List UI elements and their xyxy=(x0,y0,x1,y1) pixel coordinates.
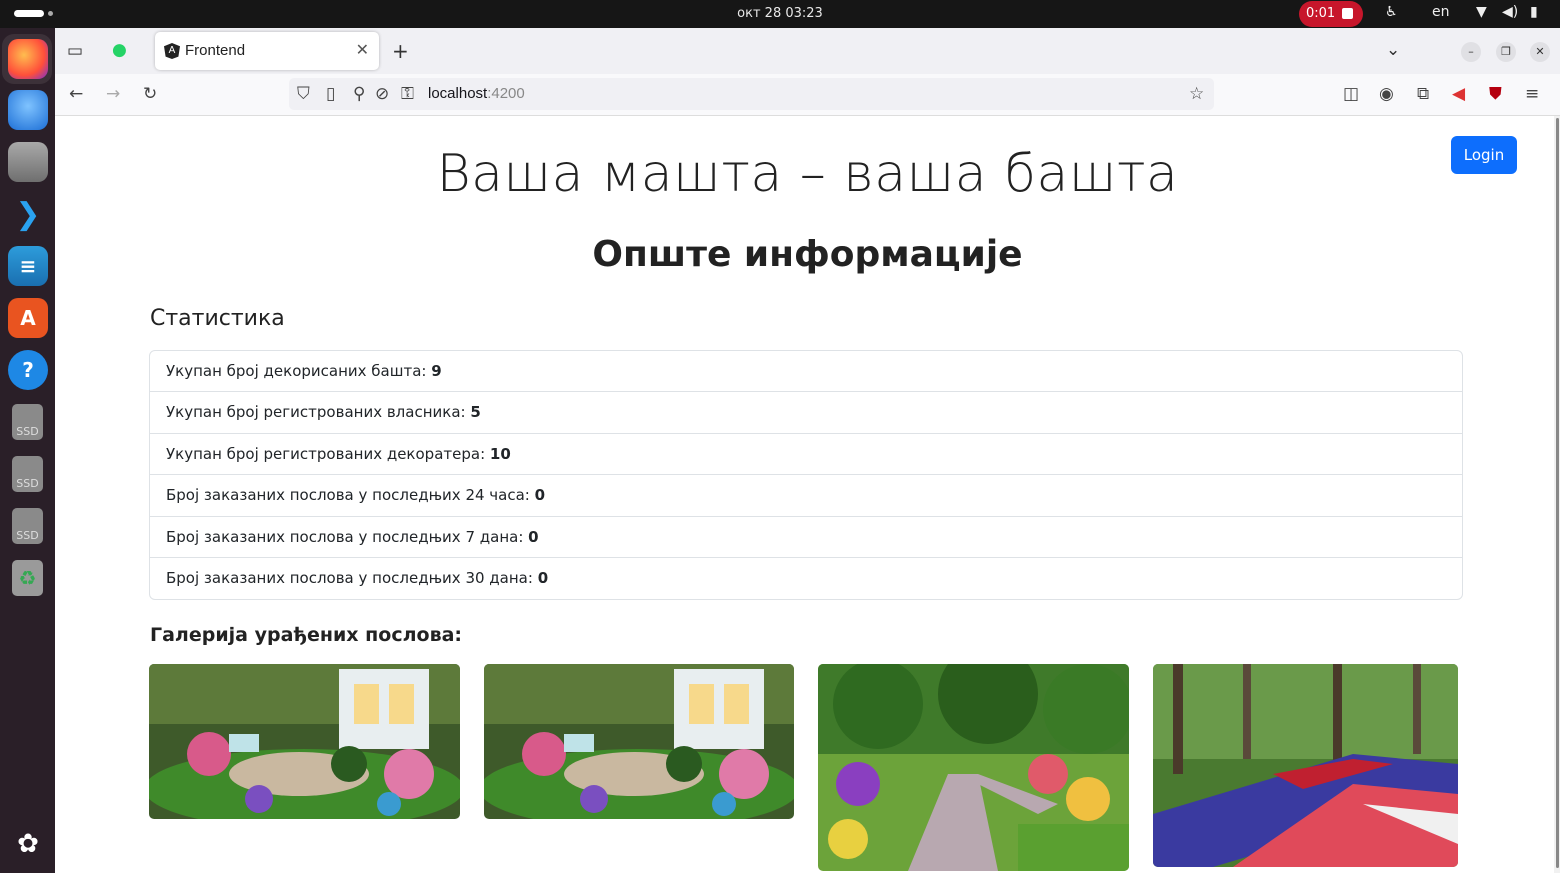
megaphone-extension-icon[interactable]: ◀ xyxy=(1452,84,1465,104)
url-bar[interactable]: ⛉ ▯ ⚲ ⊘ ⚿ localhost:4200 ☆ xyxy=(289,78,1214,110)
permissions-icon[interactable]: ⚲ xyxy=(353,84,365,104)
minimize-icon[interactable]: – xyxy=(1461,42,1481,62)
back-icon[interactable]: ← xyxy=(69,84,83,104)
key-icon[interactable]: ⚿ xyxy=(401,84,414,104)
url-text[interactable]: localhost:4200 xyxy=(428,85,525,102)
tab-bar: ▭ ● A Frontend ✕ + ⌄ – ❐ ✕ xyxy=(55,28,1560,74)
tab-title: Frontend xyxy=(185,42,246,59)
stat-label: Укупан број регистрованих власника: xyxy=(166,403,471,422)
restore-icon[interactable]: ❐ xyxy=(1496,42,1516,62)
scrollbar[interactable] xyxy=(1554,116,1560,873)
firefox-icon[interactable] xyxy=(8,39,48,79)
ssd-drive-icon[interactable]: SSD xyxy=(12,404,43,440)
list-item: Укупан број регистрованих власника: 5 xyxy=(150,392,1462,434)
section-title: Опште информације xyxy=(592,234,1023,275)
list-tabs-icon[interactable]: ⌄ xyxy=(1386,40,1400,60)
forward-icon[interactable]: → xyxy=(106,84,120,104)
gallery-heading: Галерија урађених послова: xyxy=(150,624,463,646)
stat-label: Укупан број декорисаних башта: xyxy=(166,362,432,380)
files-icon[interactable] xyxy=(8,142,48,182)
new-tab-icon[interactable]: + xyxy=(392,39,409,63)
list-item: Укупан број регистрованих декоратера: 10 xyxy=(150,434,1462,476)
stat-value: 0 xyxy=(528,527,539,546)
url-port: :4200 xyxy=(487,85,525,102)
list-item: Укупан број декорисаних башта: 9 xyxy=(150,351,1462,393)
stat-label: Укупан број регистрованих декоратера: xyxy=(166,444,490,463)
close-window-icon[interactable]: ✕ xyxy=(1530,42,1550,62)
statistics-heading: Статистика xyxy=(150,306,285,331)
page-info-icon[interactable]: ▯ xyxy=(326,84,335,104)
stat-label: Број заказаних послова у последњих 7 дан… xyxy=(166,527,529,546)
ubuntu-apps-icon[interactable]: ✿ xyxy=(8,824,48,864)
stat-value: 0 xyxy=(534,486,546,505)
ssd-drive-icon[interactable]: SSD xyxy=(12,508,43,544)
thunderbird-icon[interactable] xyxy=(8,90,48,130)
angular-favicon-icon: A xyxy=(164,43,180,59)
stat-value: 10 xyxy=(489,444,511,463)
scrollbar-thumb[interactable] xyxy=(1556,118,1559,868)
shield-icon[interactable]: ⛉ xyxy=(297,84,310,104)
stat-label: Број заказаних послова у последњих 24 ча… xyxy=(166,486,535,505)
stop-icon xyxy=(1342,8,1353,19)
list-item: Број заказаних послова у последњих 7 дан… xyxy=(150,517,1462,558)
account-icon[interactable]: ◉ xyxy=(1379,84,1394,104)
browser-window: ▭ ● A Frontend ✕ + ⌄ – ❐ ✕ ← → ↻ ⛉ ▯ ⚲ ⊘… xyxy=(55,28,1560,873)
gallery-image[interactable] xyxy=(818,664,1129,871)
wifi-icon[interactable]: ▼ xyxy=(1476,4,1487,20)
vscode-icon[interactable]: ❯ xyxy=(8,194,48,234)
gallery-image[interactable] xyxy=(1153,664,1458,867)
whatsapp-tab-icon[interactable]: ● xyxy=(112,40,127,60)
writer-icon[interactable]: ≡ xyxy=(8,246,48,286)
stat-value: 5 xyxy=(470,403,481,422)
language-indicator[interactable]: en xyxy=(1432,4,1450,20)
list-item: Број заказаних послова у последњих 30 да… xyxy=(150,558,1462,599)
recording-time: 0:01 xyxy=(1306,6,1336,21)
bookmark-star-icon[interactable]: ☆ xyxy=(1189,84,1204,104)
reload-icon[interactable]: ↻ xyxy=(143,84,157,104)
accessibility-icon[interactable]: ♿ xyxy=(1385,4,1398,20)
pocket-icon[interactable]: ◫ xyxy=(1343,84,1359,104)
gallery-image[interactable] xyxy=(484,664,794,819)
battery-icon[interactable]: ▮ xyxy=(1530,4,1538,20)
recording-indicator[interactable]: 0:01 xyxy=(1299,1,1363,27)
system-top-bar: окт 28 03:23 0:01 ♿ en ▼ ◀) ▮ xyxy=(0,0,1560,28)
extensions-icon[interactable]: ⧉ xyxy=(1417,84,1429,104)
volume-icon[interactable]: ◀) xyxy=(1502,4,1518,20)
menu-icon[interactable]: ≡ xyxy=(1525,84,1539,104)
list-item: Број заказаних послова у последњих 24 ча… xyxy=(150,475,1462,517)
statistics-list: Укупан број декорисаних башта: 9 Укупан … xyxy=(149,350,1463,601)
help-icon[interactable]: ? xyxy=(8,350,48,390)
app-center-icon[interactable]: A xyxy=(8,298,48,338)
tab-overview-icon[interactable]: ▭ xyxy=(67,41,83,61)
web-page: Login Ваша машта – ваша башта Опште инфо… xyxy=(55,116,1560,873)
navigation-bar: ← → ↻ ⛉ ▯ ⚲ ⊘ ⚿ localhost:4200 ☆ ◫ ◉ ⧉ ◀… xyxy=(55,74,1560,116)
trash-icon[interactable]: ♻ xyxy=(12,560,43,596)
close-tab-icon[interactable]: ✕ xyxy=(356,40,369,60)
dock: ❯ ≡ A ? SSD SSD SSD ♻ ✿ xyxy=(0,28,55,873)
tracking-icon[interactable]: ⊘ xyxy=(375,84,389,104)
ublock-icon[interactable]: ⛊ xyxy=(1489,84,1502,104)
stat-value: 0 xyxy=(537,568,549,587)
ssd-drive-icon[interactable]: SSD xyxy=(12,456,43,492)
gallery-image[interactable] xyxy=(149,664,460,819)
url-host: localhost xyxy=(428,85,488,102)
stat-value: 9 xyxy=(431,362,442,380)
site-title: Ваша машта – ваша башта xyxy=(436,144,1179,204)
stat-label: Број заказаних послова у последњих 30 да… xyxy=(166,568,538,587)
tab-frontend[interactable]: A Frontend ✕ xyxy=(155,32,379,70)
